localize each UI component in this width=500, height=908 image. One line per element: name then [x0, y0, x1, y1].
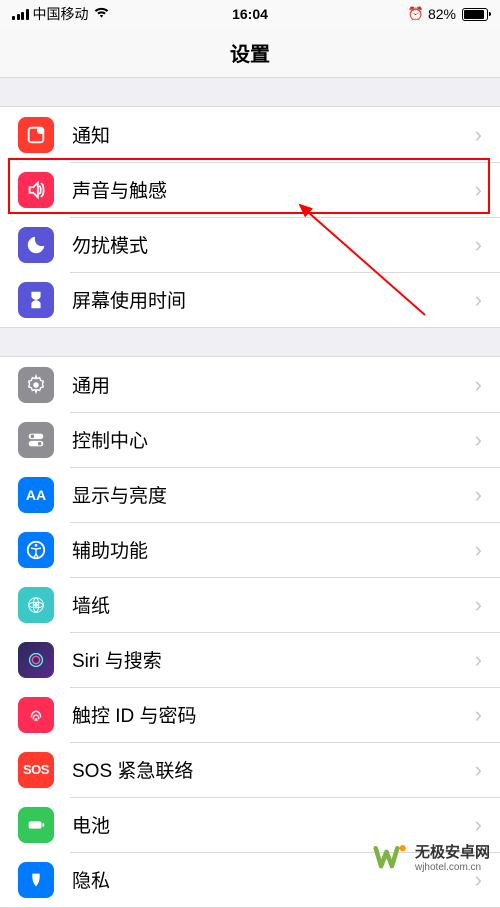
chevron-right-icon: › — [475, 482, 482, 508]
chevron-right-icon: › — [475, 812, 482, 838]
row-label: 墙纸 — [72, 591, 475, 618]
status-right: ⏰ 82% — [329, 6, 488, 22]
settings-row-touchid[interactable]: 触控 ID 与密码 › — [0, 687, 500, 742]
settings-row-screentime[interactable]: 屏幕使用时间 › — [0, 272, 500, 327]
touchid-icon — [18, 697, 54, 733]
settings-row-controlcenter[interactable]: 控制中心 › — [0, 412, 500, 467]
general-icon — [18, 367, 54, 403]
row-label: SOS 紧急联络 — [72, 756, 475, 783]
row-label: Siri 与搜索 — [72, 646, 475, 673]
watermark: 无极安卓网 wjhotel.com.cn — [373, 841, 490, 877]
chevron-right-icon: › — [475, 177, 482, 203]
page-title: 设置 — [0, 28, 500, 78]
chevron-right-icon: › — [475, 287, 482, 313]
battery-percent: 82% — [428, 6, 456, 22]
battery-icon — [18, 807, 54, 843]
dnd-icon — [18, 227, 54, 263]
row-label: 辅助功能 — [72, 536, 475, 563]
notifications-icon — [18, 117, 54, 153]
settings-row-sounds[interactable]: 声音与触感 › — [0, 162, 500, 217]
wifi-icon — [93, 6, 110, 22]
wallpaper-icon — [18, 587, 54, 623]
settings-row-display[interactable]: AA 显示与亮度 › — [0, 467, 500, 522]
row-label: 通用 — [72, 371, 475, 398]
carrier-label: 中国移动 — [33, 4, 89, 24]
settings-row-siri[interactable]: Siri 与搜索 › — [0, 632, 500, 687]
siri-icon — [18, 642, 54, 678]
settings-row-general[interactable]: 通用 › — [0, 357, 500, 412]
status-time: 16:04 — [171, 6, 330, 22]
settings-row-accessibility[interactable]: 辅助功能 › — [0, 522, 500, 577]
signal-icon — [12, 8, 29, 20]
watermark-url: wjhotel.com.cn — [415, 862, 490, 873]
row-label: 电池 — [72, 811, 475, 838]
privacy-icon — [18, 862, 54, 898]
controlcenter-icon — [18, 422, 54, 458]
row-label: 触控 ID 与密码 — [72, 701, 475, 728]
row-label: 勿扰模式 — [72, 231, 475, 258]
display-icon: AA — [18, 477, 54, 513]
row-label: 控制中心 — [72, 426, 475, 453]
row-label: 屏幕使用时间 — [72, 286, 475, 313]
chevron-right-icon: › — [475, 647, 482, 673]
status-left: 中国移动 — [12, 4, 171, 24]
chevron-right-icon: › — [475, 372, 482, 398]
chevron-right-icon: › — [475, 757, 482, 783]
section-gap — [0, 78, 500, 106]
chevron-right-icon: › — [475, 122, 482, 148]
watermark-name: 无极安卓网 — [415, 845, 490, 862]
chevron-right-icon: › — [475, 592, 482, 618]
sos-icon: SOS — [18, 752, 54, 788]
watermark-logo-icon — [373, 841, 409, 877]
status-bar: 中国移动 16:04 ⏰ 82% — [0, 0, 500, 28]
row-label: 显示与亮度 — [72, 481, 475, 508]
chevron-right-icon: › — [475, 427, 482, 453]
alarm-icon: ⏰ — [408, 6, 424, 22]
settings-row-sos[interactable]: SOS SOS 紧急联络 › — [0, 742, 500, 797]
settings-group-1: 通用 › 控制中心 › AA 显示与亮度 › 辅助功能 › 墙纸 › Siri … — [0, 356, 500, 908]
chevron-right-icon: › — [475, 537, 482, 563]
row-label: 通知 — [72, 121, 475, 148]
battery-icon — [462, 8, 488, 21]
settings-row-notifications[interactable]: 通知 › — [0, 107, 500, 162]
settings-row-dnd[interactable]: 勿扰模式 › — [0, 217, 500, 272]
accessibility-icon — [18, 532, 54, 568]
row-label: 声音与触感 — [72, 176, 475, 203]
settings-group-0: 通知 › 声音与触感 › 勿扰模式 › 屏幕使用时间 › — [0, 106, 500, 328]
screentime-icon — [18, 282, 54, 318]
settings-row-wallpaper[interactable]: 墙纸 › — [0, 577, 500, 632]
section-gap — [0, 328, 500, 356]
chevron-right-icon: › — [475, 702, 482, 728]
chevron-right-icon: › — [475, 232, 482, 258]
sounds-icon — [18, 172, 54, 208]
